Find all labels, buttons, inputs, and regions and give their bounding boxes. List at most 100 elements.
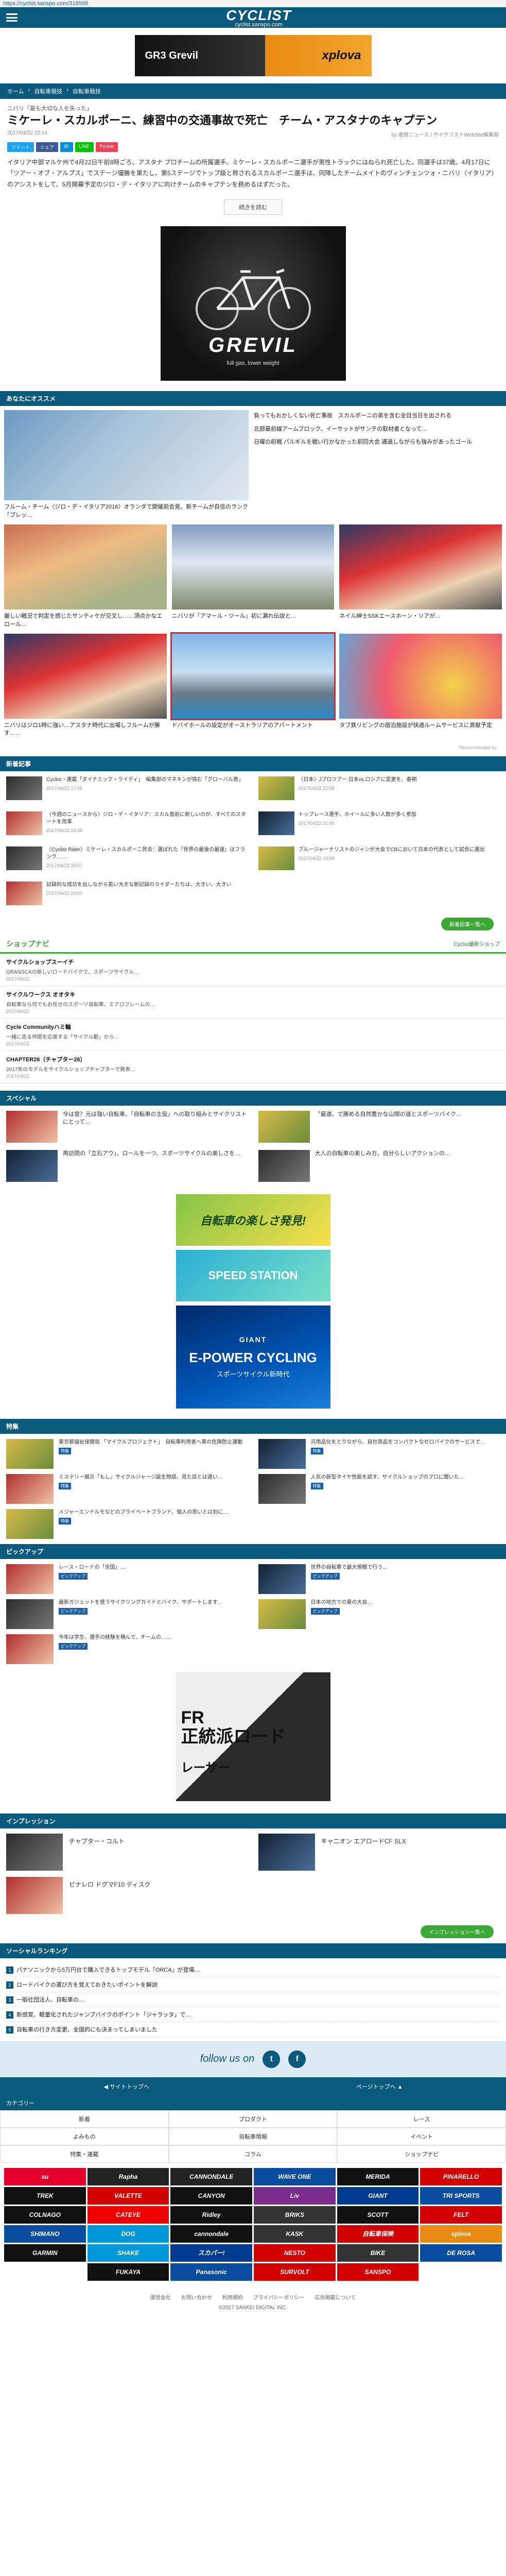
- shop-item[interactable]: Cycle Communityハミ輪 一緒に走る仲間を応援する「サイクル動」から……: [0, 1019, 506, 1051]
- category-link[interactable]: イベント: [337, 2127, 506, 2145]
- recommend-link[interactable]: 日曜の前戦 パルギルを戦い行かなかった前回大会 通過しながらも強みがあったゴール: [254, 438, 502, 446]
- category-link[interactable]: レース: [337, 2110, 506, 2128]
- sponsor-logo[interactable]: PINARELLO: [420, 2167, 502, 2185]
- ad-banner-top[interactable]: GR3 Grevil xplova: [0, 28, 506, 83]
- sponsor-logo[interactable]: DOG: [87, 2225, 169, 2243]
- footer-link[interactable]: お問い合わせ: [181, 2293, 212, 2301]
- sponsor-logo[interactable]: Liv: [254, 2187, 336, 2205]
- feature-item[interactable]: 東京都福祉保健局 「マイクルプロジェクト」 自転車利用者へ車の危険防止運動 特集: [6, 1438, 248, 1469]
- sponsor-logo[interactable]: 自転車保険: [337, 2225, 419, 2243]
- special-item[interactable]: 今は昔？元は強い自転車、「自転車の主役」への取り組みとサイクリストにとって…: [6, 1110, 248, 1143]
- recommend-card[interactable]: タブ鉄リビングの宿泊施設が快適ルームサービスに貢献予定: [339, 633, 502, 738]
- feature-item[interactable]: 汎用品化をとりながら、自社商品をコンパクトなゼロバイクのサービスで… 特集: [258, 1438, 500, 1469]
- sponsor-logo[interactable]: xplova: [420, 2225, 502, 2243]
- shop-item[interactable]: CHAPTER26（チャプター26） 2017年のモデルをサイクルショップチャプタ…: [0, 1051, 506, 1083]
- feature-item[interactable]: メジャーエンドルモなどのプライベートブランド、個人の思いとは別に… 特集: [6, 1509, 248, 1539]
- category-link[interactable]: 自転車情報: [168, 2127, 338, 2145]
- recommend-card[interactable]: ニバリが「アマール・ツール」初に漏れ伝説と…: [171, 524, 335, 629]
- sponsor-logo[interactable]: COLNAGO: [4, 2206, 86, 2224]
- recommend-card[interactable]: ネイル紳士SSKエースホーン・ソアが…: [339, 524, 502, 629]
- impression-item[interactable]: ピナレロ ドグマF10 ディスク: [6, 1876, 248, 1914]
- line-share-button[interactable]: LINE: [75, 142, 94, 152]
- breadcrumb-item[interactable]: 自転車競技: [34, 87, 62, 95]
- category-link[interactable]: よみもの: [0, 2127, 169, 2145]
- footer-link[interactable]: 広告掲載について: [315, 2293, 356, 2301]
- special-item[interactable]: 大人の自転車の楽しみ方、自分らしいアクションの…: [258, 1149, 500, 1182]
- sponsor-logo[interactable]: Panasonic: [170, 2263, 252, 2281]
- impression-item[interactable]: キャニオン エアロードCF SLX: [258, 1833, 500, 1871]
- sponsor-logo[interactable]: Ridley: [170, 2206, 252, 2224]
- ranking-item[interactable]: 1 パナソニックから5万円台で購入できるトップモデル「ORCA」が登場…: [6, 1962, 500, 1977]
- sponsor-logo[interactable]: SHIMANO: [4, 2225, 86, 2243]
- sponsor-logo[interactable]: FUKAYA: [87, 2263, 169, 2281]
- sponsor-logo[interactable]: MERIDA: [337, 2167, 419, 2185]
- sponsor-logo[interactable]: cannondale: [170, 2225, 252, 2243]
- feature-item[interactable]: 人気の新型タイヤ性能を試す、サイクルショップのプロに聞いた… 特集: [258, 1473, 500, 1504]
- sponsor-logo[interactable]: au: [4, 2167, 86, 2185]
- pickup-item[interactable]: 世界の自転車で最大規模で行う… ピックアップ: [258, 1564, 500, 1594]
- special-item[interactable]: 再訪問の「立石アウ」、ロールを一つ、スポーツサイクルの楽しさを…: [6, 1149, 248, 1182]
- special-item[interactable]: 〝最速〟で勝める自然豊かな山間の道とスポーツバイク…: [258, 1110, 500, 1143]
- read-more-button[interactable]: 続きを読む: [224, 199, 282, 215]
- ranking-item[interactable]: 4 新感覚、軽量化されたジャンプバイクのポイント「ジャラッタ」で…: [6, 2007, 500, 2022]
- ranking-item[interactable]: 3 一般社団法人、自転車の…: [6, 1992, 500, 2007]
- news-item[interactable]: トップレース選手、ホイールに多い人数が多く参加 2017/04/22 21:40: [258, 811, 500, 842]
- pickup-item[interactable]: 最新ガジェットを使うサイクリングガイドとバイク、サポートします… ピックアップ: [6, 1599, 248, 1629]
- recommend-card[interactable]: ニバリはジロ1時に強い…アスタナ時代に出場しフルームが勝す……: [4, 633, 167, 738]
- footer-link[interactable]: 運営会社: [150, 2293, 171, 2301]
- pocket-share-button[interactable]: Pocket: [95, 142, 118, 152]
- impression-more-button[interactable]: インプレッション一覧へ: [421, 1925, 494, 1938]
- sponsor-logo[interactable]: FELT: [420, 2206, 502, 2224]
- sponsor-logo[interactable]: SHAKE: [87, 2244, 169, 2262]
- sponsor-logo[interactable]: VALETTE: [87, 2187, 169, 2205]
- sponsor-logo[interactable]: KASK: [254, 2225, 336, 2243]
- news-item[interactable]: 〈日本〉Jプロツアー 日本vs.ロシアに変更を、春期 2017/04/22 22:…: [258, 776, 500, 807]
- facebook-icon[interactable]: f: [288, 2050, 306, 2068]
- menu-icon[interactable]: [6, 13, 18, 22]
- facebook-share-button[interactable]: シェア: [36, 142, 59, 152]
- page-top-link[interactable]: ページトップへ ▲: [253, 2077, 506, 2096]
- feature-item[interactable]: ミステリー展示「もし」サイクルジャージ誕生物語、見た目とは違い… 特集: [6, 1473, 248, 1504]
- footer-link[interactable]: プライバシーポリシー: [253, 2293, 305, 2301]
- sponsor-logo[interactable]: TRI SPORTS: [420, 2187, 502, 2205]
- sponsor-logo[interactable]: SANSPO: [337, 2263, 419, 2281]
- category-link[interactable]: ショップナビ: [337, 2145, 506, 2163]
- shopnavi-link[interactable]: Cyclist最新ショップ: [454, 940, 500, 947]
- sponsor-logo[interactable]: DE ROSA: [420, 2244, 502, 2262]
- ad-banner-giant[interactable]: GIANT E-POWER CYCLING スポーツサイクル新時代: [176, 1305, 330, 1409]
- sponsor-logo[interactable]: CATEYE: [87, 2206, 169, 2224]
- twitter-icon[interactable]: t: [263, 2050, 281, 2068]
- ad-banner[interactable]: 自転車の楽しさ発見!: [176, 1194, 330, 1246]
- recommend-card[interactable]: 厳しい戦況で判定を感じたサンティケが交叉し……頂点かなエ ロール…: [4, 524, 168, 629]
- sponsor-logo[interactable]: SURVOLT: [254, 2263, 336, 2281]
- recommend-link[interactable]: 負ってもおかしくない死亡事故 スカルポーニの弟を含む全目当日を出される: [254, 412, 502, 420]
- sponsor-logo[interactable]: スカパー!: [170, 2244, 252, 2262]
- shop-item[interactable]: サイクルショップスーイチ GRANSCAの新しいロードバイクで、スポーツサイクル……: [0, 954, 506, 986]
- recommend-link[interactable]: 北部最前線アームブロック、イーサットがサンテの取材者となって…: [254, 426, 502, 433]
- shop-item[interactable]: サイクルワークス オオタキ 自転車なら何でもお任せのスポーツ自転車、エアロフレーム…: [0, 986, 506, 1019]
- pickup-item[interactable]: 今年は学生、選手の経験を積んで、チームの…… ピックアップ: [6, 1634, 248, 1664]
- category-link[interactable]: 新着: [0, 2110, 169, 2128]
- sponsor-logo[interactable]: GIANT: [337, 2187, 419, 2205]
- news-item[interactable]: Cyclist・連載「ダイナミック・ライディ」 編集部のマネキンが挑む「グローバ…: [6, 776, 248, 807]
- pickup-item[interactable]: レース・ロードの「全国」… ピックアップ: [6, 1564, 248, 1594]
- sponsor-logo[interactable]: WAVE ONE: [254, 2167, 336, 2185]
- ranking-item[interactable]: 2 ロードバイクの選び方を覚えておきたいポイントを解説: [6, 1977, 500, 1992]
- hatena-share-button[interactable]: B!: [60, 142, 73, 152]
- pickup-item[interactable]: 日本の地方での夏の大会… ピックアップ: [258, 1599, 500, 1629]
- sponsor-logo[interactable]: CANNONDALE: [170, 2167, 252, 2185]
- sponsor-logo[interactable]: CANYON: [170, 2187, 252, 2205]
- twitter-share-button[interactable]: ツイート: [7, 142, 34, 152]
- news-item[interactable]: ブルージャーナリストのジャンが大会でCBにおいて日本の代表として試合に選出 201…: [258, 846, 500, 877]
- recommend-card[interactable]: フルーム・チーム〈ジロ・デ・イタリア2016〉オランダで開催前会見、新チームが自…: [4, 410, 249, 519]
- sponsor-logo[interactable]: GARMIN: [4, 2244, 86, 2262]
- sponsor-logo[interactable]: BIKE: [337, 2244, 419, 2262]
- category-link[interactable]: 特集・連載: [0, 2145, 169, 2163]
- sponsor-logo[interactable]: TREK: [4, 2187, 86, 2205]
- news-item[interactable]: 記録的な成功を出しながら若い大きな新記録のライダーたちは、大きい、大きい 2017…: [6, 881, 248, 912]
- category-link[interactable]: プロダクト: [168, 2110, 338, 2128]
- site-logo[interactable]: CYCLIST cyclist.sanspo.com: [226, 7, 291, 28]
- ad-grevil[interactable]: GREVIL full gas, lower weight: [160, 226, 346, 381]
- ranking-item[interactable]: 5 自転車の行き方変更、全国的にも決まってしまいました: [6, 2022, 500, 2037]
- news-more-button[interactable]: 新着記事一覧へ: [441, 917, 494, 930]
